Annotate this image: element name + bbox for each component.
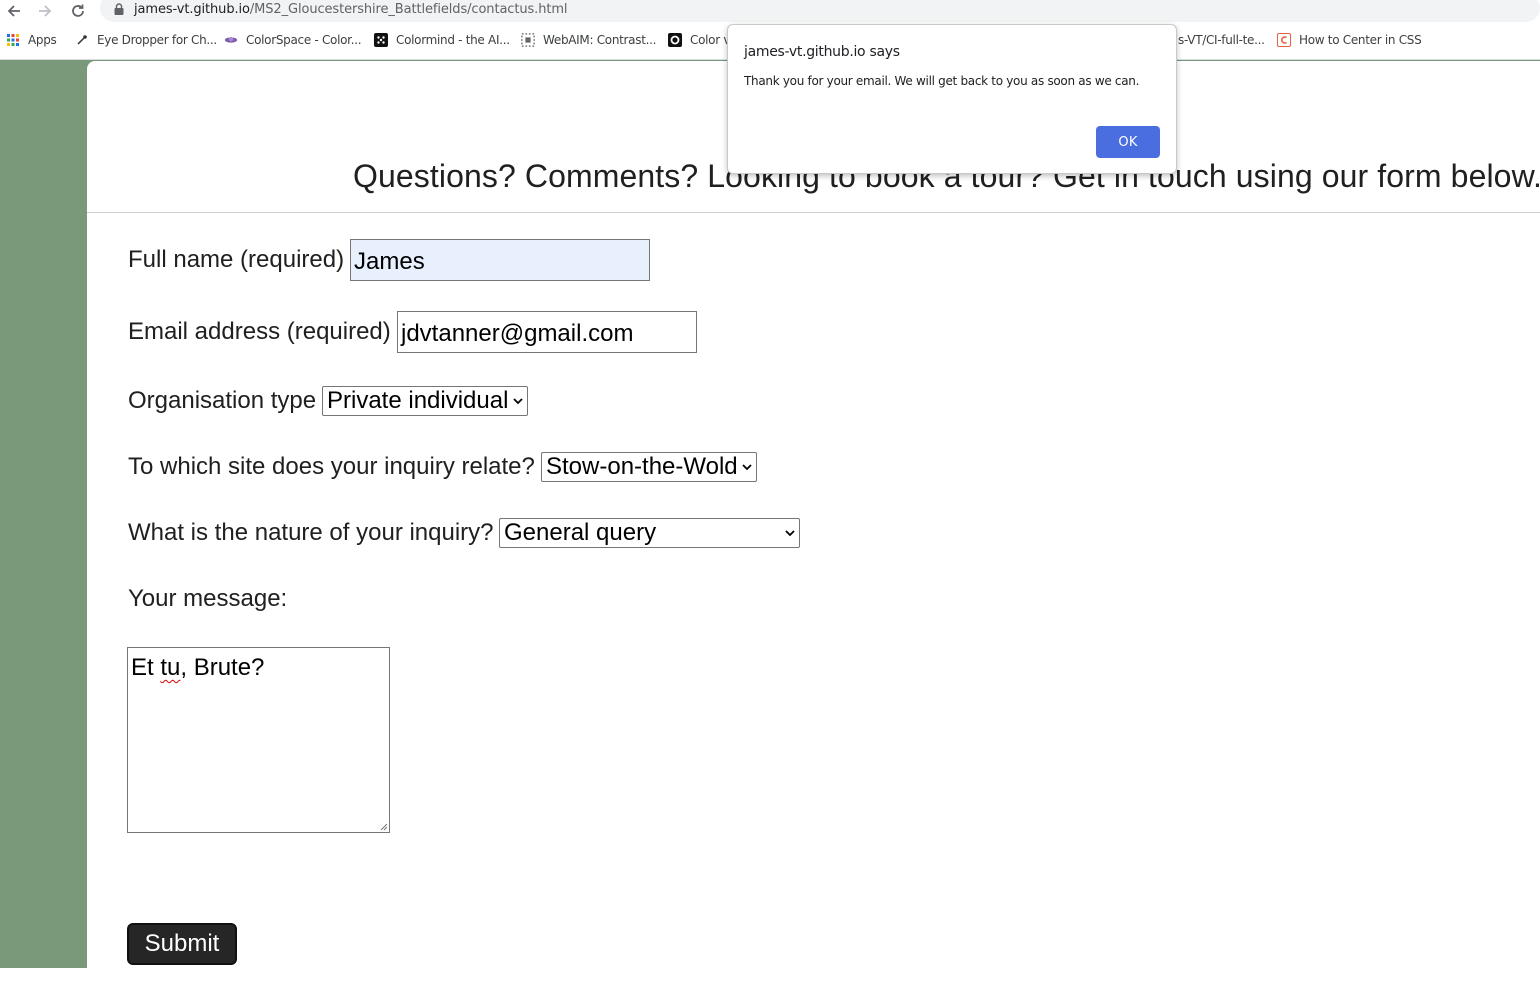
bookmark-label: Colormind - the AI... (396, 33, 510, 47)
bookmark-label: s-VT/CI-full-te... (1178, 33, 1265, 47)
bookmark-label: Color v (690, 33, 731, 47)
message-textarea[interactable]: Et tu, Brute? (127, 647, 390, 833)
dialog-ok-button[interactable]: OK (1096, 126, 1160, 158)
nature-select[interactable]: General query (499, 518, 800, 548)
message-label: Your message: (128, 585, 288, 612)
color-icon (668, 33, 682, 47)
divider (87, 212, 1540, 213)
org-type-value: Private individual (327, 387, 509, 414)
misspelled-word: tu (160, 654, 181, 681)
bookmark-center-css[interactable]: How to Center in CSS (1277, 33, 1422, 47)
site-select[interactable]: Stow-on-the-Wold (541, 452, 757, 482)
bookmark-webaim[interactable]: WebAIM: Contrast... (521, 33, 656, 47)
site-label: To which site does your inquiry relate? (128, 453, 535, 480)
dialog-message: Thank you for your email. We will get ba… (744, 74, 1140, 88)
colorspace-icon (224, 33, 238, 47)
email-label: Email address (required) (128, 318, 391, 345)
full-name-input[interactable]: James (350, 239, 650, 281)
reload-icon (72, 4, 84, 17)
nature-label: What is the nature of your inquiry? (128, 519, 494, 546)
forward-button[interactable] (34, 0, 56, 22)
apps-grid-icon (6, 33, 20, 47)
bookmark-colormind[interactable]: Colormind - the AI... (374, 33, 510, 47)
email-input[interactable]: jdvtanner@gmail.com (397, 311, 697, 353)
submit-button[interactable]: Submit (127, 923, 237, 965)
bookmark-label: ColorSpace - Color... (246, 33, 362, 47)
alert-dialog: james-vt.github.io says Thank you for yo… (727, 24, 1177, 174)
browser-toolbar: james-vt.github.io/MS2_Gloucestershire_B… (0, 0, 1540, 22)
colormind-icon (374, 33, 388, 47)
chevron-down-icon (742, 464, 752, 471)
chevron-down-icon (785, 530, 795, 537)
nature-value: General query (504, 519, 657, 546)
message-text: , Brute? (180, 654, 265, 681)
bookmark-colorspace[interactable]: ColorSpace - Color... (224, 33, 362, 47)
lock-icon (114, 3, 124, 15)
url-text: james-vt.github.io/MS2_Gloucestershire_B… (134, 2, 568, 17)
bookmark-eye-dropper[interactable]: Eye Dropper for Ch... (75, 33, 217, 47)
arrow-right-icon (39, 5, 52, 17)
dialog-title: james-vt.github.io says (744, 44, 900, 60)
webaim-icon (521, 33, 535, 47)
bookmark-label: How to Center in CSS (1299, 33, 1422, 47)
bookmark-label: WebAIM: Contrast... (543, 33, 657, 47)
address-bar[interactable]: james-vt.github.io/MS2_Gloucestershire_B… (100, 0, 1540, 22)
arrow-left-icon (7, 5, 20, 17)
bookmark-apps[interactable]: Apps (6, 33, 57, 47)
site-value: Stow-on-the-Wold (546, 453, 738, 480)
reload-button[interactable] (67, 0, 89, 22)
back-button[interactable] (3, 0, 25, 22)
org-type-select[interactable]: Private individual (322, 386, 528, 416)
css-icon (1277, 33, 1291, 47)
chevron-down-icon (513, 398, 523, 405)
bookmark-label: Eye Dropper for Ch... (97, 33, 217, 47)
resize-grip-icon[interactable] (378, 821, 388, 831)
bookmark-color[interactable]: Color v (668, 33, 730, 47)
full-name-label: Full name (required) (128, 246, 345, 273)
eyedropper-icon (75, 33, 89, 47)
bookmark-ci-full[interactable]: s-VT/CI-full-te... (1178, 33, 1265, 47)
org-type-label: Organisation type (128, 387, 317, 414)
message-text: Et (131, 654, 161, 681)
bookmark-label: Apps (28, 33, 57, 47)
